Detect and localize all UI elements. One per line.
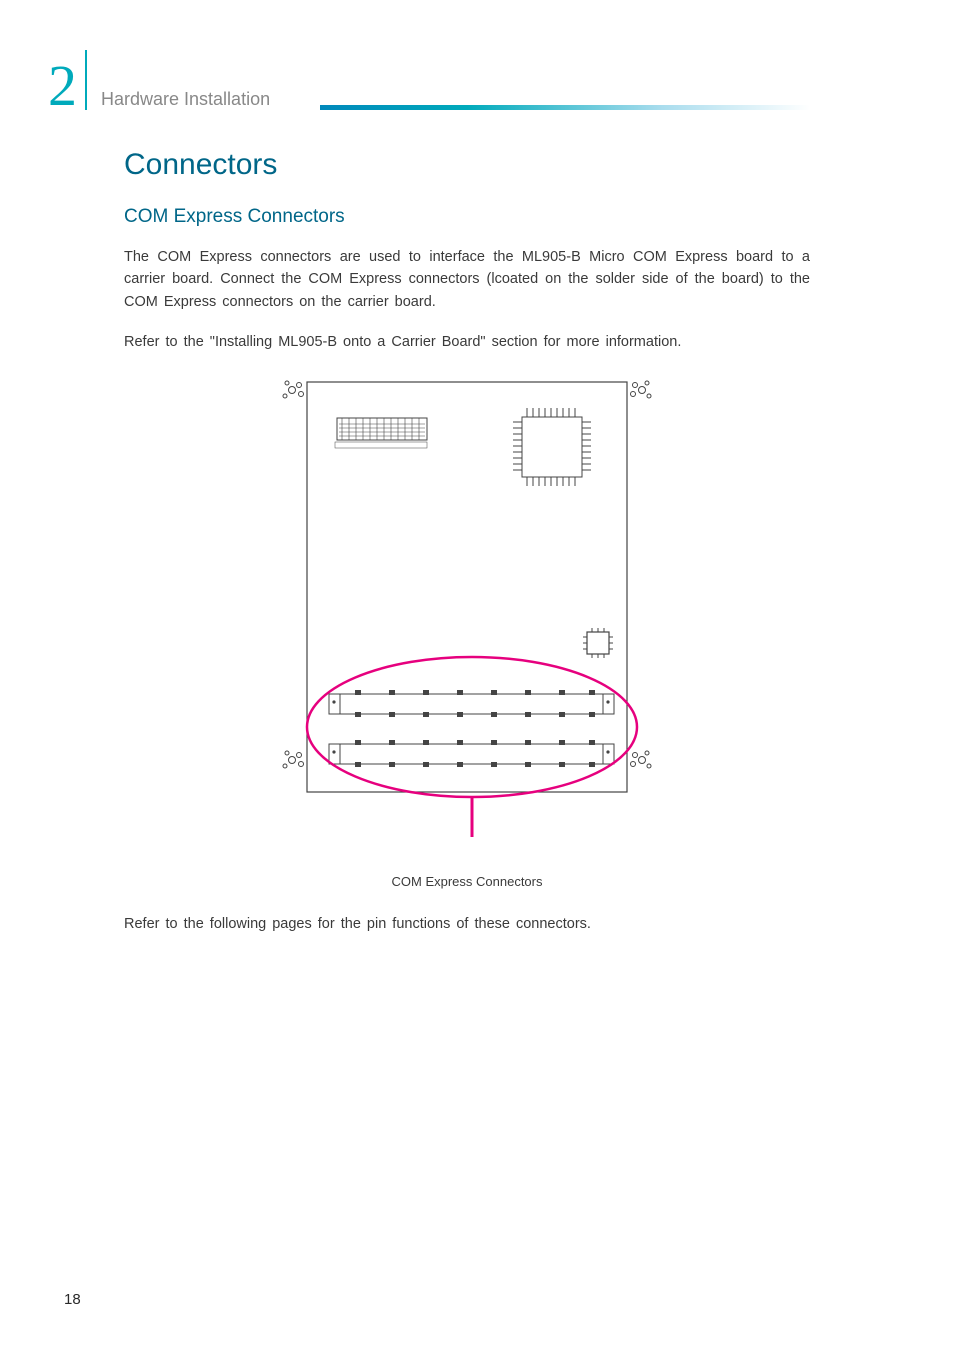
page-number: 18 <box>64 1291 81 1308</box>
mount-hole-icon <box>631 751 652 768</box>
small-connector-icon <box>335 418 427 448</box>
chapter-title: Hardware Installation <box>101 89 270 112</box>
section-heading: Connectors <box>124 148 810 182</box>
paragraph-1: The COM Express connectors are used to i… <box>124 246 810 313</box>
chapter-divider <box>85 50 87 110</box>
mount-hole-icon <box>631 381 652 398</box>
small-chip-icon <box>583 628 613 658</box>
mount-hole-icon <box>283 381 304 398</box>
chapter-number: 2 <box>48 60 85 112</box>
paragraph-3: Refer to the following pages for the pin… <box>124 913 810 935</box>
subsection-heading: COM Express Connectors <box>124 206 810 228</box>
content-area: Connectors COM Express Connectors The CO… <box>124 148 810 953</box>
diagram-svg <box>277 372 657 862</box>
diagram-caption: COM Express Connectors <box>124 874 810 889</box>
header-rule-gradient <box>320 105 810 110</box>
mount-hole-icon <box>283 751 304 768</box>
chip-icon <box>513 408 591 486</box>
paragraph-2: Refer to the "Installing ML905-B onto a … <box>124 331 810 353</box>
com-express-connector-icon <box>329 690 614 767</box>
highlight-ellipse-icon <box>307 657 637 797</box>
board-diagram <box>277 372 657 862</box>
chapter-header: 2 Hardware Installation <box>48 50 270 112</box>
